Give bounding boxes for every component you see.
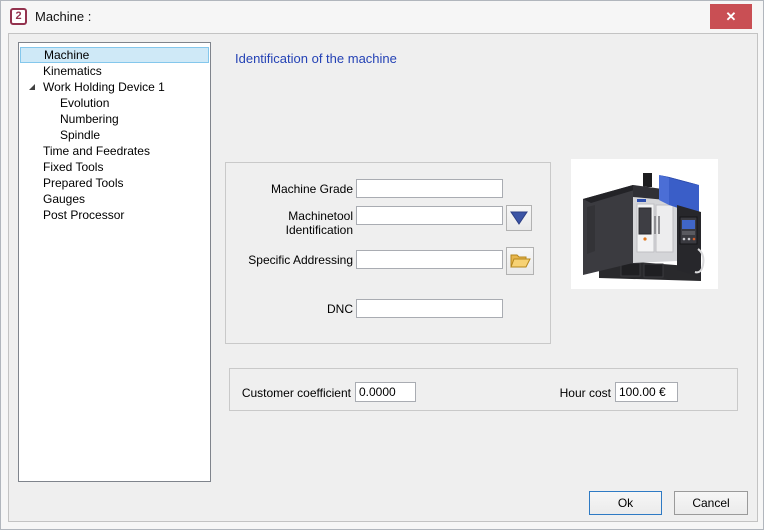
machinetool-identification-input[interactable]: [356, 206, 503, 225]
tree-item-label: Post Processor: [43, 208, 125, 222]
tree-item-numbering[interactable]: Numbering: [20, 111, 209, 127]
dropdown-arrow-icon: [510, 211, 528, 225]
tree-item-post-processor[interactable]: Post Processor: [20, 207, 209, 223]
tree-item-time-and-feedrates[interactable]: Time and Feedrates: [20, 143, 209, 159]
specific-addressing-input[interactable]: [356, 250, 503, 269]
specific-addressing-label: Specific Addressing: [248, 253, 353, 267]
machine-photo: [571, 159, 718, 289]
tree-item-label: Numbering: [60, 112, 119, 126]
tree-item-work-holding-device-1[interactable]: Work Holding Device 1: [20, 79, 209, 95]
identification-groupbox: Machine Grade Machinetool Identification…: [225, 162, 551, 344]
tree-item-fixed-tools[interactable]: Fixed Tools: [20, 159, 209, 175]
dnc-input[interactable]: [356, 299, 503, 318]
machinetool-dropdown-button[interactable]: [506, 205, 532, 231]
tree-item-label: Prepared Tools: [43, 176, 124, 190]
machinetool-identification-label: Machinetool Identification: [285, 209, 353, 237]
window-title: Machine :: [35, 9, 92, 24]
page-title: Identification of the machine: [235, 51, 397, 66]
tree-item-spindle[interactable]: Spindle: [20, 127, 209, 143]
tree-item-label: Gauges: [43, 192, 86, 206]
tree-item-prepared-tools[interactable]: Prepared Tools: [20, 175, 209, 191]
ok-button[interactable]: Ok: [589, 491, 662, 515]
tree-item-kinematics[interactable]: Kinematics: [20, 63, 209, 79]
cancel-button[interactable]: Cancel: [674, 491, 748, 515]
tree-item-label: Evolution: [60, 96, 110, 110]
tree-expanded-icon[interactable]: [28, 83, 36, 91]
tree-item-evolution[interactable]: Evolution: [20, 95, 209, 111]
close-button[interactable]: ✕: [710, 4, 752, 29]
hour-cost-input[interactable]: [615, 382, 678, 402]
tree-item-label: Fixed Tools: [43, 160, 104, 174]
app-logo-glyph: 2: [15, 10, 22, 22]
hour-cost-label: Hour cost: [559, 386, 611, 400]
dnc-label: DNC: [327, 302, 353, 316]
tree-item-label: Time and Feedrates: [43, 144, 150, 158]
tree-item-label: Machine: [44, 48, 90, 62]
tree-item-machine[interactable]: Machine: [20, 47, 209, 63]
tree-list: Machine Kinematics Work Holding Device 1 Ev…: [18, 42, 211, 482]
app-logo-icon: 2: [10, 8, 27, 25]
tree-item-label: Work Holding Device 1: [43, 80, 165, 94]
machine-grade-input[interactable]: [356, 179, 503, 198]
close-icon: ✕: [725, 8, 737, 24]
costs-groupbox: Customer coefficient Hour cost: [229, 368, 738, 411]
open-folder-icon: [509, 252, 531, 270]
browse-folder-button[interactable]: [506, 247, 534, 275]
machine-grade-label: Machine Grade: [270, 182, 353, 196]
machine-dialog: 2 Machine : ✕ Machine Kinematics Work Hold…: [0, 0, 764, 530]
tree-item-label: Kinematics: [43, 64, 102, 78]
customer-coefficient-input[interactable]: [355, 382, 416, 402]
customer-coefficient-label: Customer coefficient: [241, 386, 351, 400]
dialog-body: Machine Kinematics Work Holding Device 1 Ev…: [8, 33, 758, 522]
tree-item-gauges[interactable]: Gauges: [20, 191, 209, 207]
tree-item-label: Spindle: [60, 128, 101, 142]
title-bar: 2 Machine : ✕: [1, 1, 763, 33]
